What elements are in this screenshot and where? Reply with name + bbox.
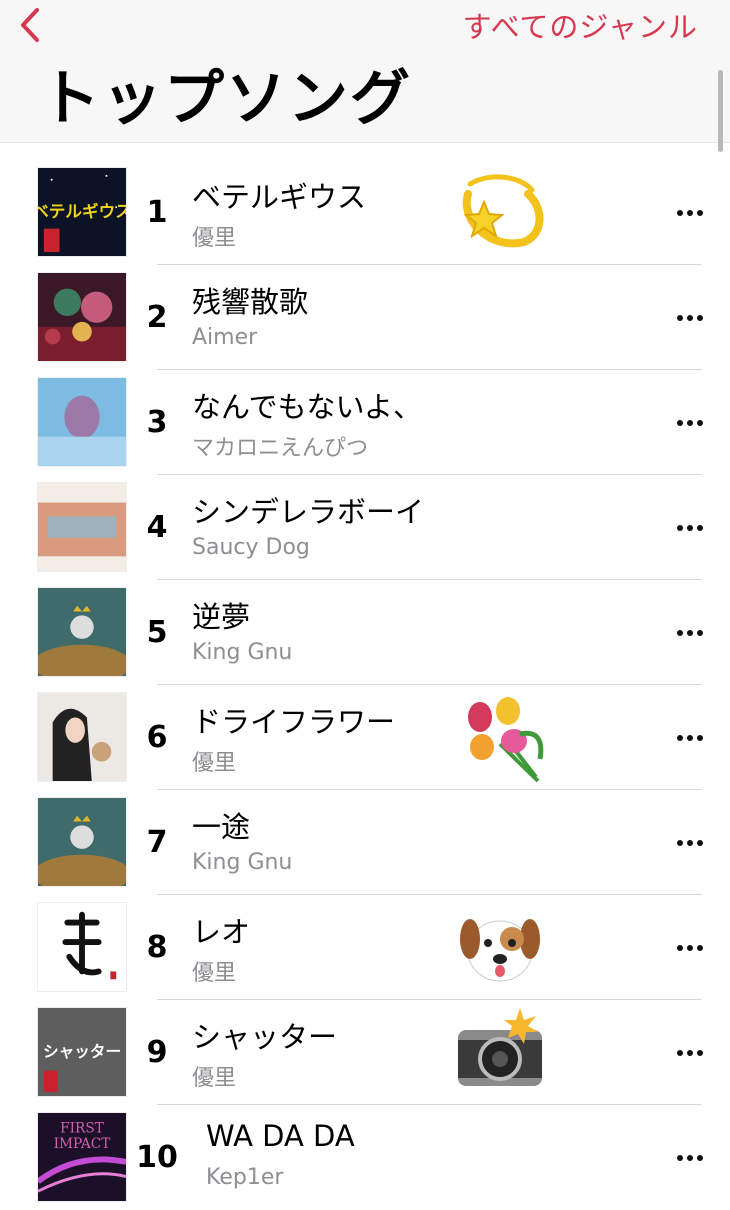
album-art-9: シャッター: [37, 1007, 127, 1097]
album-art-10-text-1: FIRST: [60, 1121, 104, 1137]
page-title: トップソング: [40, 64, 412, 134]
song-title: ベテルギウス: [192, 180, 367, 214]
more-options-button[interactable]: [670, 790, 710, 895]
album-art-8: [37, 902, 127, 992]
song-artist: 優里: [192, 1066, 237, 1091]
nav-header: すべてのジャンル トップソング: [0, 0, 730, 152]
song-artist: Kep1er: [206, 1165, 284, 1190]
rank-number: 2: [146, 300, 168, 335]
scrollbar[interactable]: [718, 70, 723, 152]
song-row-3[interactable]: 3 なんでもないよ、 マカロニえんぴつ: [0, 370, 730, 475]
song-artist: Aimer: [192, 325, 258, 350]
song-row-4[interactable]: 4 シンデレラボーイ Saucy Dog: [0, 475, 730, 580]
album-art-4: [37, 482, 127, 572]
rank-number: 9: [146, 1035, 168, 1070]
dizzy-star-icon: [450, 164, 550, 260]
more-options-button[interactable]: [670, 685, 710, 790]
song-row-10[interactable]: FIRST IMPACT 10 WA DA DA Kep1er: [0, 1105, 730, 1210]
camera-flash-icon: [450, 1004, 550, 1100]
more-options-button[interactable]: [670, 580, 710, 685]
song-title: 一途: [192, 810, 251, 844]
song-title: レオ: [192, 915, 251, 949]
song-title: なんでもないよ、: [192, 390, 422, 424]
album-art-3: [37, 377, 127, 467]
more-options-button[interactable]: [670, 370, 710, 475]
song-artist: King Gnu: [192, 850, 293, 875]
rank-number: 1: [146, 195, 168, 230]
dog-face-icon: [450, 899, 550, 995]
song-row-1[interactable]: ベテルギウス 1 ベテルギウス 優里: [0, 160, 730, 265]
album-art-10-text-2: IMPACT: [54, 1136, 111, 1152]
song-title: シンデレラボーイ: [192, 495, 425, 529]
bouquet-icon: [450, 689, 550, 785]
song-title: 逆夢: [192, 600, 251, 634]
rank-number: 7: [146, 825, 168, 860]
more-options-button[interactable]: [670, 475, 710, 580]
song-row-8[interactable]: 8 レオ 優里: [0, 895, 730, 1000]
rank-number: 3: [146, 405, 168, 440]
more-options-button[interactable]: [670, 265, 710, 370]
album-art-9-text: シャッター: [43, 1042, 121, 1061]
song-artist: King Gnu: [192, 640, 293, 665]
more-options-button[interactable]: [670, 160, 710, 265]
album-art-5: [37, 587, 127, 677]
song-title: シャッター: [192, 1020, 338, 1054]
album-art-1-text: ベテルギウス: [38, 202, 126, 221]
back-button[interactable]: [10, 4, 50, 44]
song-title: WA DA DA: [206, 1119, 355, 1153]
rank-number: 5: [146, 615, 168, 650]
rank-number: 4: [146, 510, 168, 545]
album-art-7: [37, 797, 127, 887]
song-row-6[interactable]: 6 ドライフラワー 優里: [0, 685, 730, 790]
song-row-5[interactable]: 5 逆夢 King Gnu: [0, 580, 730, 685]
more-options-button[interactable]: [670, 895, 710, 1000]
song-row-7[interactable]: 7 一途 King Gnu: [0, 790, 730, 895]
song-artist: 優里: [192, 226, 237, 251]
song-list: ベテルギウス 1 ベテルギウス 優里 2 残響散歌: [0, 160, 730, 1210]
album-art-2: [37, 272, 127, 362]
rank-number: 8: [146, 930, 168, 965]
song-title: 残響散歌: [192, 285, 309, 319]
song-title: ドライフラワー: [192, 705, 396, 739]
rank-number: 6: [146, 720, 168, 755]
all-genres-link[interactable]: すべてのジャンル: [463, 4, 698, 46]
rank-number: 10: [136, 1140, 178, 1175]
song-artist: 優里: [192, 961, 237, 986]
album-art-6: [37, 692, 127, 782]
album-art-10: FIRST IMPACT: [37, 1112, 127, 1202]
more-options-button[interactable]: [670, 1000, 710, 1105]
song-row-2[interactable]: 2 残響散歌 Aimer: [0, 265, 730, 370]
song-artist: Saucy Dog: [192, 535, 310, 560]
song-artist: マカロニえんぴつ: [192, 436, 369, 461]
song-artist: 優里: [192, 751, 237, 776]
chevron-left-icon: [21, 8, 39, 42]
more-options-button[interactable]: [670, 1105, 710, 1210]
album-art-1: ベテルギウス: [37, 167, 127, 257]
song-row-9[interactable]: シャッター 9 シャッター 優里: [0, 1000, 730, 1105]
